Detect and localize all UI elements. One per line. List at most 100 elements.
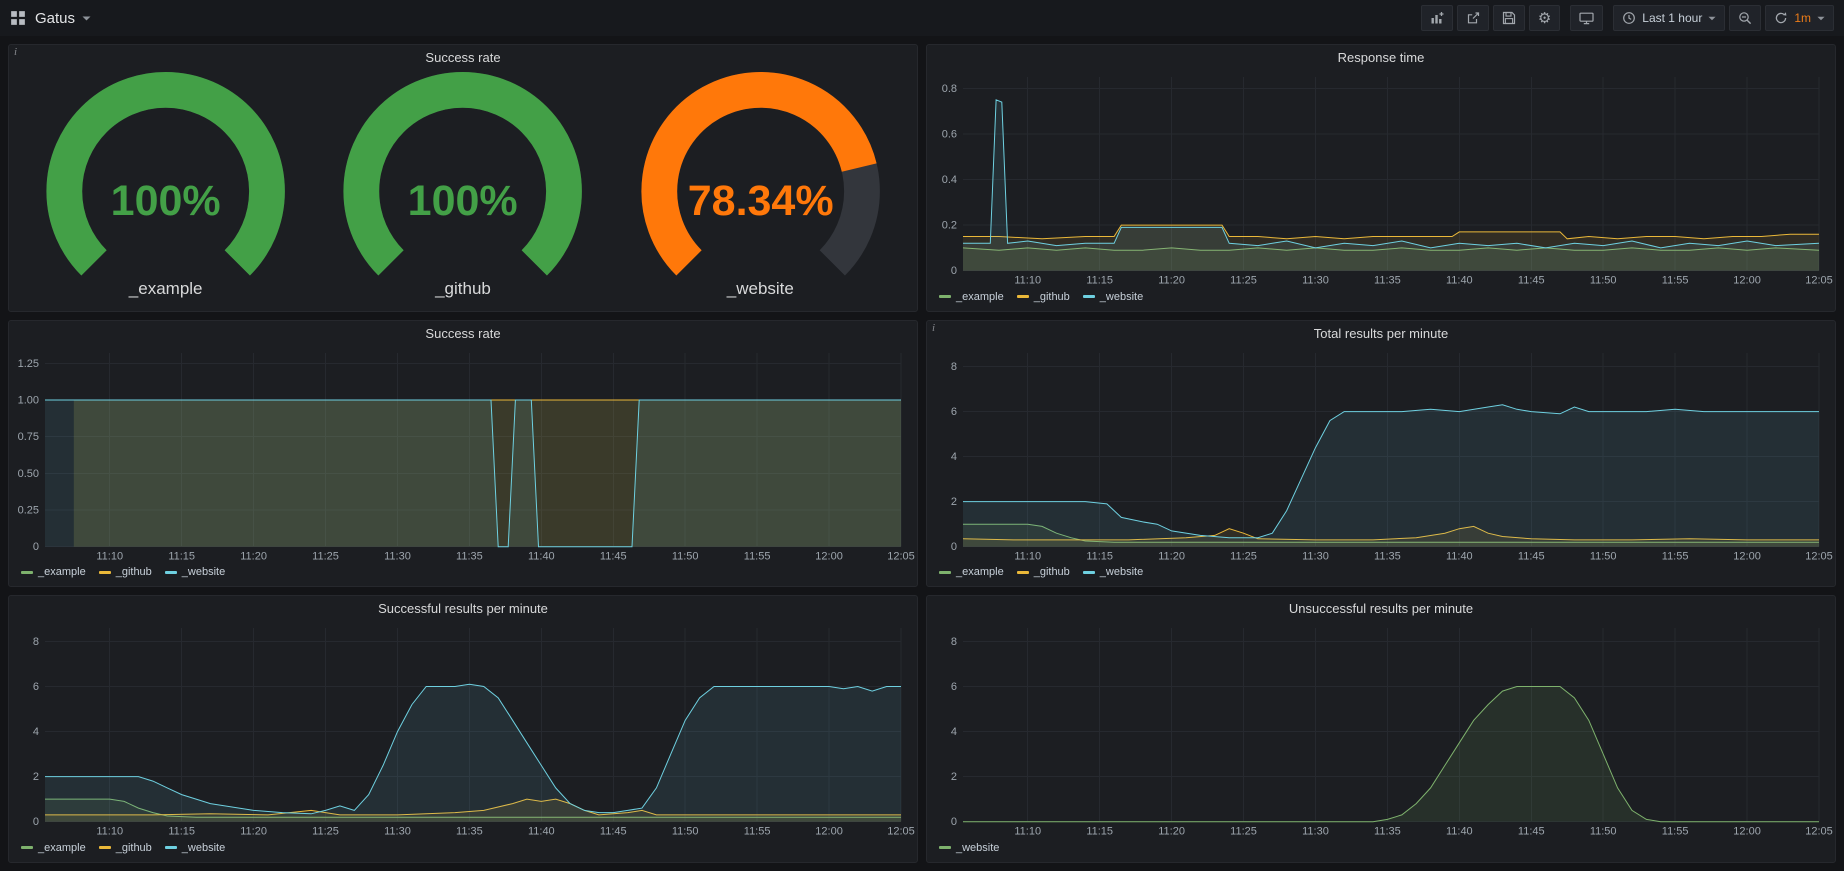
legend-series-name: _website <box>182 566 225 578</box>
panel-success-rate-timeseries: Success rate 00.250.500.751.001.2511:101… <box>8 320 918 588</box>
legend-series-color <box>99 571 111 574</box>
time-range-label: Last 1 hour <box>1642 11 1702 25</box>
legend-series-color <box>1083 571 1095 574</box>
svg-text:11:20: 11:20 <box>1158 275 1185 287</box>
svg-text:11:35: 11:35 <box>456 826 483 838</box>
svg-text:11:40: 11:40 <box>528 550 555 562</box>
panel-title[interactable]: Success rate <box>9 45 917 70</box>
panel-title[interactable]: Response time <box>927 45 1835 70</box>
legend-series-color <box>939 571 951 574</box>
svg-text:11:30: 11:30 <box>1302 550 1329 562</box>
legend-item-website[interactable]: _website <box>165 566 225 578</box>
svg-text:6: 6 <box>951 406 957 418</box>
panel-title[interactable]: Successful results per minute <box>9 596 917 621</box>
panel-unsuccessful-results: Unsuccessful results per minute 0246811:… <box>926 595 1836 863</box>
time-series-plot[interactable]: 0246811:1011:1511:2011:2511:3011:3511:40… <box>927 621 1835 840</box>
gear-icon: ⚙ <box>1538 11 1551 26</box>
zoom-out-button[interactable] <box>1729 5 1761 31</box>
svg-text:11:20: 11:20 <box>240 550 267 562</box>
navbar: Gatus <box>0 0 1844 36</box>
panel-success-rate-gauges: i Success rate 100% _example 100% _githu… <box>8 44 918 312</box>
svg-text:11:20: 11:20 <box>1158 550 1185 562</box>
panel-response-time: Response time 00.20.40.60.811:1011:1511:… <box>926 44 1836 312</box>
svg-text:11:45: 11:45 <box>600 826 627 838</box>
legend-item-website[interactable]: _website <box>1083 291 1143 303</box>
svg-text:11:55: 11:55 <box>1662 550 1689 562</box>
svg-text:11:25: 11:25 <box>312 826 339 838</box>
time-series-plot[interactable]: 00.20.40.60.811:1011:1511:2011:2511:3011… <box>927 70 1835 289</box>
tv-mode-button[interactable] <box>1570 5 1603 31</box>
svg-text:11:45: 11:45 <box>1518 826 1545 838</box>
time-series-plot[interactable]: 0246811:1011:1511:2011:2511:3011:3511:40… <box>927 346 1835 565</box>
legend-item-github[interactable]: _github <box>1017 291 1070 303</box>
legend-item-example[interactable]: _example <box>21 566 86 578</box>
svg-text:0.50: 0.50 <box>18 467 39 479</box>
legend-item-github[interactable]: _github <box>99 842 152 854</box>
panel-title[interactable]: Unsuccessful results per minute <box>927 596 1835 621</box>
panel-info-icon[interactable]: i <box>932 322 935 334</box>
zoom-out-icon <box>1738 11 1752 25</box>
svg-text:0: 0 <box>33 541 39 553</box>
caret-down-icon <box>1817 16 1825 21</box>
refresh-button[interactable]: 1m <box>1765 5 1834 31</box>
svg-text:1.25: 1.25 <box>18 357 39 369</box>
svg-text:4: 4 <box>33 726 39 738</box>
caret-down-icon <box>82 16 91 21</box>
series-line <box>963 687 1819 822</box>
svg-text:12:00: 12:00 <box>1733 275 1761 287</box>
svg-text:12:00: 12:00 <box>815 550 843 562</box>
dashboard-grid-icon[interactable] <box>10 10 26 26</box>
svg-text:11:15: 11:15 <box>1086 826 1113 838</box>
legend-item-website[interactable]: _website <box>939 842 999 854</box>
series-line <box>963 225 1819 239</box>
gauge: 100% <box>314 70 611 279</box>
legend-item-github[interactable]: _github <box>1017 566 1070 578</box>
svg-text:12:05: 12:05 <box>887 826 915 838</box>
svg-text:11:50: 11:50 <box>672 826 699 838</box>
svg-text:11:55: 11:55 <box>1662 275 1689 287</box>
svg-text:11:25: 11:25 <box>1230 826 1257 838</box>
svg-text:11:30: 11:30 <box>1302 275 1329 287</box>
svg-text:11:50: 11:50 <box>672 550 699 562</box>
panel-info-icon[interactable]: i <box>14 46 17 58</box>
settings-button[interactable]: ⚙ <box>1529 5 1560 31</box>
share-button[interactable] <box>1457 5 1489 31</box>
dashboard-title-dropdown[interactable]: Gatus <box>35 10 91 27</box>
legend-item-example[interactable]: _example <box>939 566 1004 578</box>
legend-item-example[interactable]: _example <box>939 291 1004 303</box>
save-button[interactable] <box>1493 5 1525 31</box>
panel-total-results: i Total results per minute 0246811:1011:… <box>926 320 1836 588</box>
svg-text:11:20: 11:20 <box>240 826 267 838</box>
svg-text:11:55: 11:55 <box>744 550 771 562</box>
legend-series-color <box>939 295 951 298</box>
legend-series-color <box>21 571 33 574</box>
legend-item-github[interactable]: _github <box>99 566 152 578</box>
legend-series-color <box>165 846 177 849</box>
share-icon <box>1466 11 1480 25</box>
series-area <box>45 400 901 547</box>
clock-icon <box>1622 11 1636 25</box>
svg-text:0.6: 0.6 <box>942 128 957 140</box>
legend-item-website[interactable]: _website <box>165 842 225 854</box>
svg-text:0: 0 <box>33 816 39 828</box>
svg-text:6: 6 <box>33 681 39 693</box>
legend-series-name: _github <box>116 566 152 578</box>
panel-successful-results: Successful results per minute 0246811:10… <box>8 595 918 863</box>
time-series-plot[interactable]: 0246811:1011:1511:2011:2511:3011:3511:40… <box>9 621 917 840</box>
svg-text:11:40: 11:40 <box>1446 826 1473 838</box>
gauge-label: _github <box>314 279 611 307</box>
legend-series-name: _github <box>116 842 152 854</box>
svg-text:11:10: 11:10 <box>1014 826 1041 838</box>
panel-title[interactable]: Success rate <box>9 321 917 346</box>
legend-item-example[interactable]: _example <box>21 842 86 854</box>
legend: _example _github _website <box>927 289 1835 311</box>
gauge-cell-website: 78.34% _website <box>612 70 909 307</box>
legend-item-website[interactable]: _website <box>1083 566 1143 578</box>
panel-title[interactable]: Total results per minute <box>927 321 1835 346</box>
add-panel-button[interactable] <box>1421 5 1453 31</box>
svg-text:11:40: 11:40 <box>1446 550 1473 562</box>
series-area <box>963 100 1819 271</box>
time-picker-button[interactable]: Last 1 hour <box>1613 5 1725 31</box>
svg-text:8: 8 <box>951 636 957 648</box>
time-series-plot[interactable]: 00.250.500.751.001.2511:1011:1511:2011:2… <box>9 346 917 565</box>
